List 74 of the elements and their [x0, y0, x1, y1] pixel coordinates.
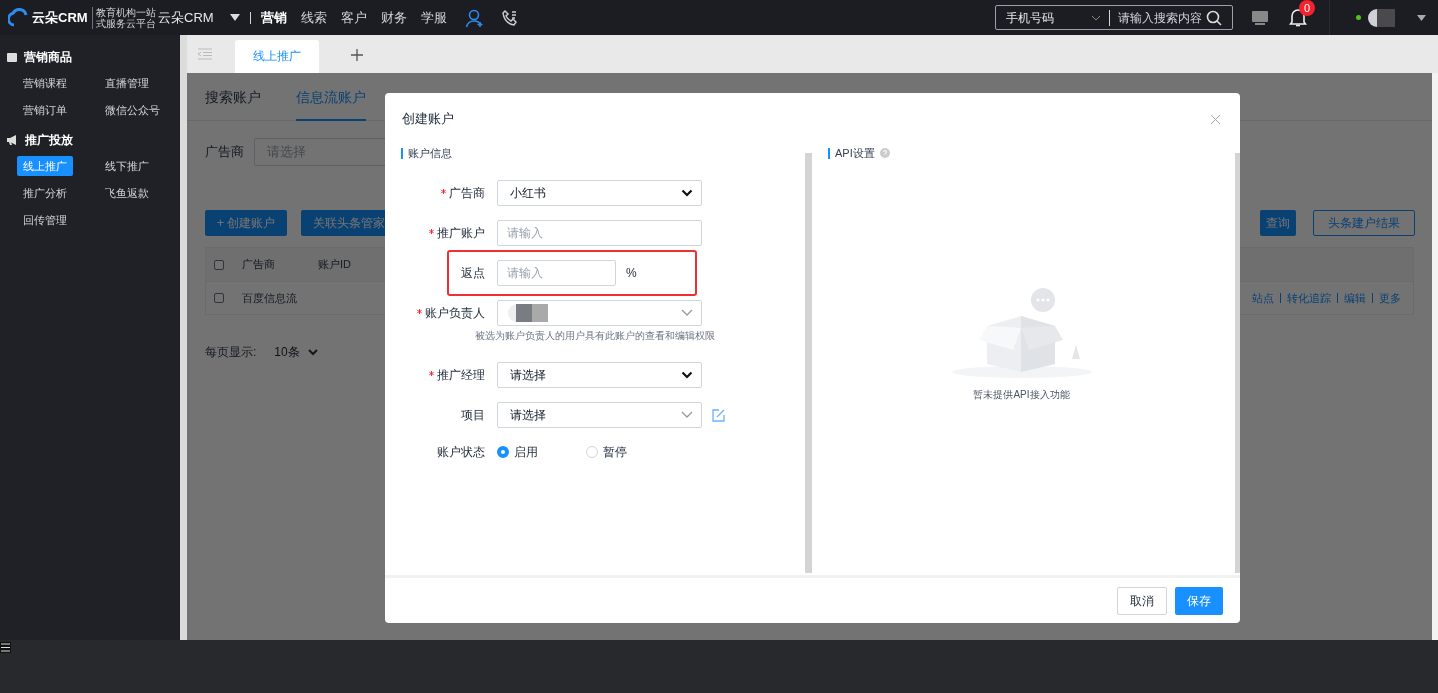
sidebar-item[interactable]: 回传管理	[17, 210, 73, 230]
field-label: 项目	[461, 407, 485, 424]
close-icon[interactable]	[1211, 114, 1220, 124]
search-icon[interactable]	[1206, 9, 1222, 26]
sidebar-group-title: 营销商品	[24, 49, 72, 66]
edit-icon[interactable]	[712, 408, 725, 422]
search-field[interactable]: 手机号码 请输入搜索内容	[995, 5, 1233, 30]
sidebar-item[interactable]: 飞鱼返款	[98, 183, 155, 203]
radio-option[interactable]: 暂停	[586, 443, 627, 461]
radio-button[interactable]	[497, 446, 509, 458]
add-tab-icon[interactable]	[351, 49, 363, 61]
scrollbar[interactable]	[805, 153, 812, 573]
sidebar-item[interactable]: 微信公众号	[98, 100, 166, 120]
chevron-icon	[681, 411, 693, 419]
select-field[interactable]	[497, 300, 702, 326]
field-label: 推广账户	[437, 225, 485, 242]
scrollbar[interactable]	[1235, 153, 1240, 573]
slogan-text: 式服务云平台	[95, 17, 156, 29]
cloud-logo-icon	[8, 6, 30, 29]
nav-link[interactable]: 营销	[260, 7, 287, 28]
logo-text: 云朵CRM	[32, 8, 88, 27]
hint-text: 被选为账户负责人的用户具有此账户的查看和编辑权限	[475, 329, 715, 343]
field-label: 账户负责人	[425, 305, 485, 322]
chevron-icon	[681, 189, 693, 197]
product-name: 云朵CRM	[158, 8, 214, 27]
checkbox[interactable]	[214, 259, 224, 270]
field-label: 返点	[461, 265, 485, 282]
select-field[interactable]: 小红书	[497, 180, 702, 206]
sidebar-item[interactable]: 营销课程	[17, 73, 73, 93]
nav-link[interactable]: 学服	[420, 7, 447, 28]
megaphone-icon	[6, 134, 19, 146]
sidebar-item[interactable]: 营销订单	[17, 100, 73, 120]
column-header: 广告商	[241, 257, 276, 273]
column-header: 账户ID	[318, 257, 352, 273]
nav-link[interactable]: 线索	[300, 7, 327, 28]
page-size-select[interactable]: 10条	[274, 343, 318, 361]
sidebar-item[interactable]: 线下推广	[98, 156, 155, 176]
filter-label: 广告商	[205, 143, 244, 162]
sidebar-item[interactable]: 直播管理	[98, 73, 155, 93]
menu-icon[interactable]	[0, 642, 11, 653]
caret-icon[interactable]	[229, 14, 240, 21]
field-label: 账户状态	[437, 444, 485, 461]
chevron-icon	[681, 371, 693, 379]
radio-option[interactable]: 启用	[497, 443, 538, 461]
nav-link[interactable]: 客户	[340, 7, 367, 28]
field-label: 广告商	[449, 185, 485, 202]
section-title: 账户信息	[408, 145, 452, 161]
checkbox[interactable]	[214, 293, 224, 303]
chevron-icon	[681, 309, 693, 317]
avatar-icon	[508, 304, 548, 322]
add-user-icon[interactable]	[464, 7, 485, 28]
page-size-label: 每页显示:	[205, 344, 257, 361]
select-field[interactable]: 请选择	[497, 362, 702, 388]
dialog-title: 创建账户	[402, 110, 454, 129]
field-label: 推广经理	[437, 367, 485, 384]
sidebar-item[interactable]: 推广分析	[17, 183, 73, 203]
phone-icon[interactable]	[500, 8, 519, 27]
monitor-icon[interactable]	[1251, 9, 1269, 26]
nav-link[interactable]: 财务	[380, 7, 407, 28]
chevron-icon	[1091, 14, 1101, 21]
content-tab[interactable]: 搜索账户	[205, 73, 261, 121]
slogan-text: 教育机构一站	[95, 6, 156, 18]
cancel-button[interactable]: 取消	[1117, 586, 1167, 615]
table-cell-text: 百度信息流	[241, 290, 298, 306]
sidebar-group-title: 推广投放	[25, 132, 73, 149]
text-field[interactable]: 请输入	[497, 220, 702, 246]
chevron-icon	[307, 348, 318, 356]
section-title: API设置	[835, 145, 875, 161]
notification-badge: 0	[1299, 0, 1315, 16]
empty-text: 暂未提供API接入功能	[973, 388, 1070, 402]
text-field[interactable]: 请输入	[497, 260, 616, 286]
caret-icon[interactable]	[1417, 14, 1426, 21]
unit-label: %	[626, 265, 637, 282]
select-field[interactable]: 请选择	[497, 402, 702, 428]
